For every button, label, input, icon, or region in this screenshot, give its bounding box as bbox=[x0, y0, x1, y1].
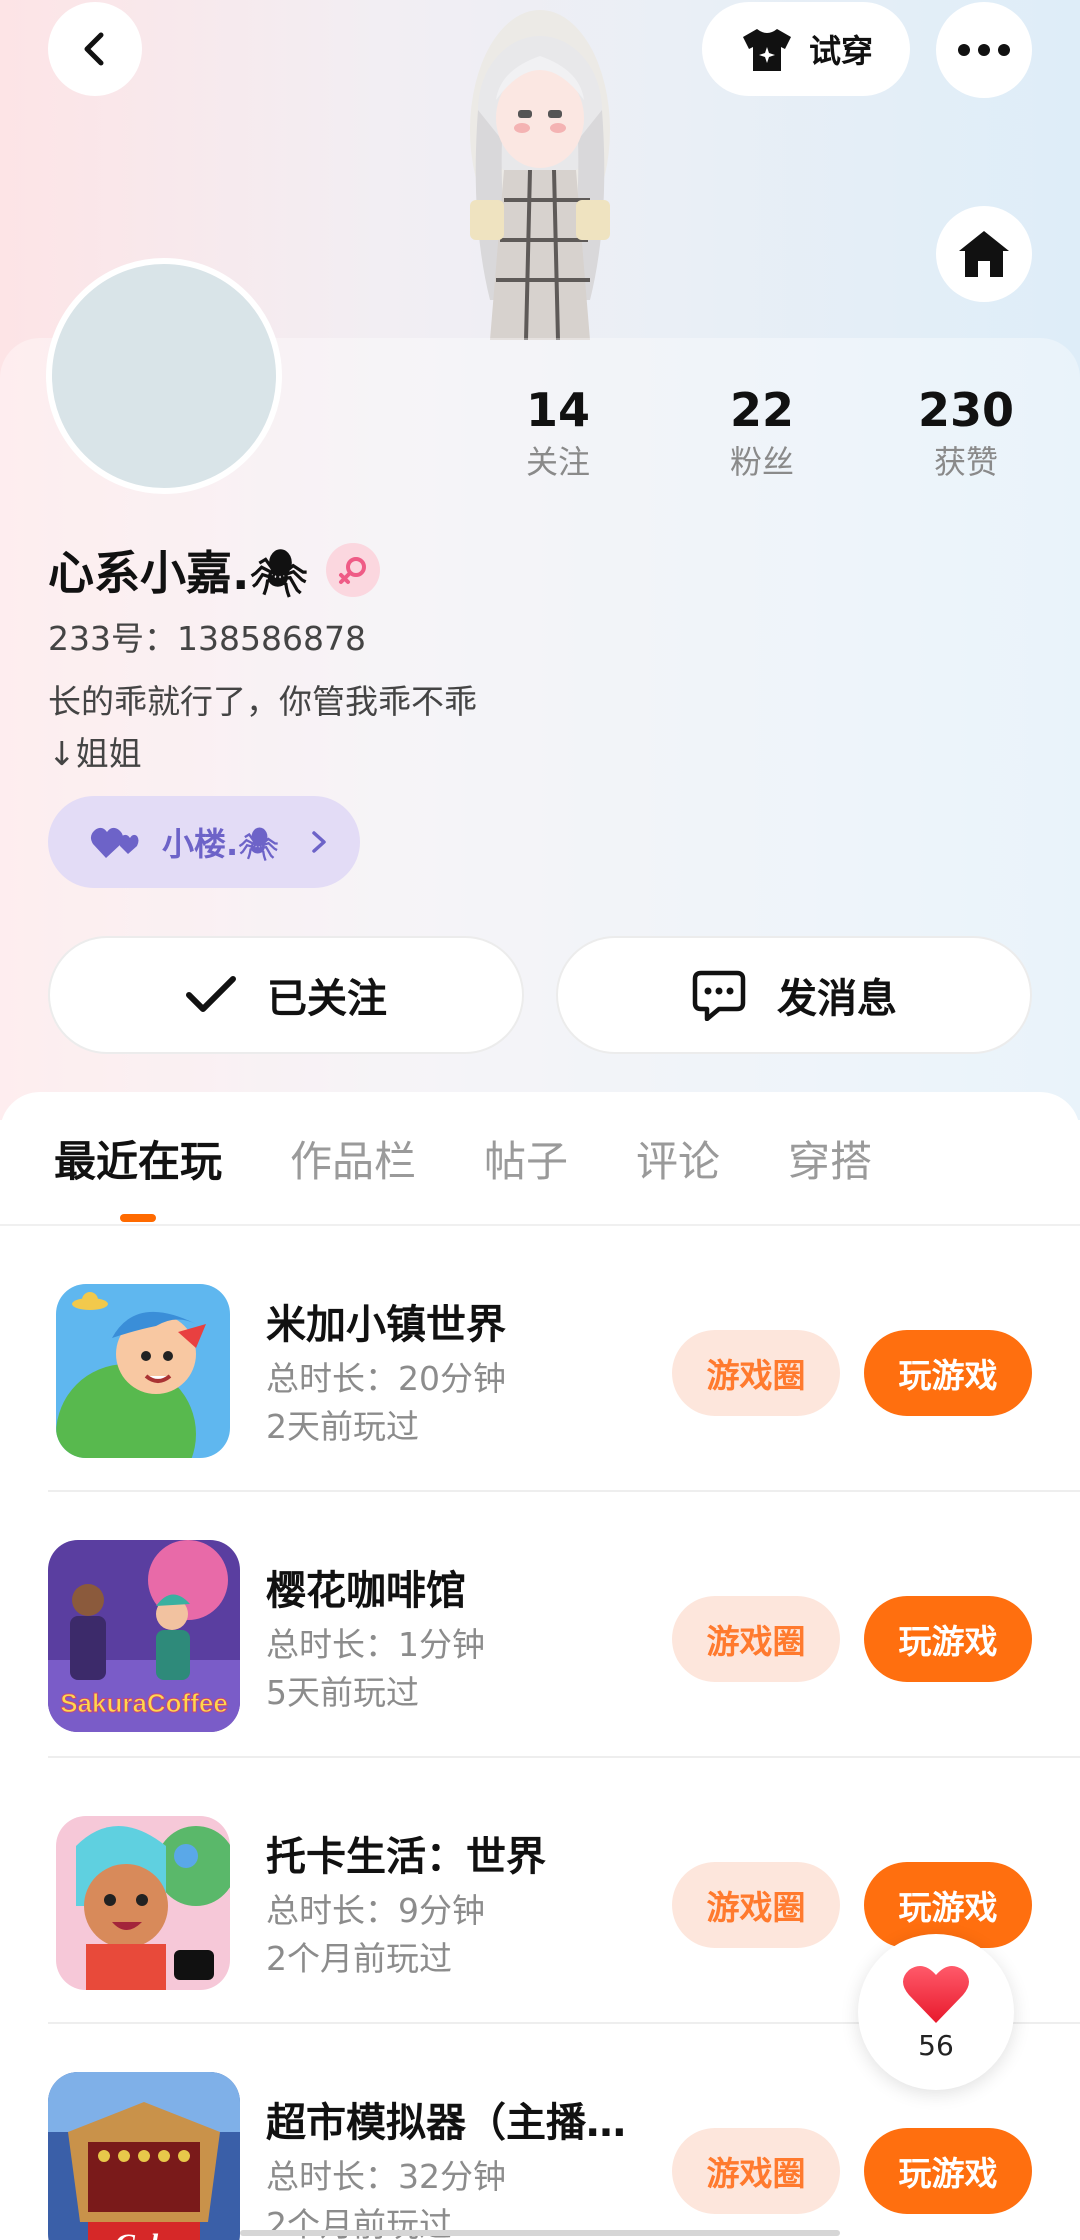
following-button-label: 已关注 bbox=[267, 976, 387, 1022]
home-button[interactable] bbox=[936, 206, 1032, 302]
more-dots-icon bbox=[958, 44, 1010, 56]
sakura-coffee-logo-text: SakuraCoffee bbox=[60, 1688, 228, 1718]
try-on-button[interactable]: 试穿 bbox=[702, 2, 910, 96]
gender-female-icon bbox=[325, 543, 380, 597]
tab-comments[interactable]: 评论 bbox=[636, 1128, 720, 1189]
stat-followers[interactable]: 22 粉丝 bbox=[682, 380, 842, 484]
user-id: 233号：138586878 bbox=[48, 619, 366, 658]
check-icon bbox=[186, 976, 236, 1012]
tab-works[interactable]: 作品栏 bbox=[290, 1128, 416, 1189]
game-circle-button[interactable]: 游戏圈 bbox=[672, 1596, 840, 1682]
heart-icon bbox=[903, 1965, 969, 2023]
avatar[interactable] bbox=[46, 258, 282, 494]
game-last-played: 2天前玩过 bbox=[266, 1407, 419, 1446]
game-duration: 总时长：20分钟 bbox=[266, 1359, 506, 1398]
like-count: 56 bbox=[918, 2028, 954, 2062]
game-last-played: 5天前玩过 bbox=[266, 1673, 419, 1712]
play-game-button[interactable]: 玩游戏 bbox=[864, 1596, 1032, 1682]
bio-line-2: ↓姐姐 bbox=[48, 734, 142, 773]
game-icon-toca-life-world[interactable] bbox=[56, 1816, 230, 1990]
user-bio: 长的乖就行了，你管我乖不乖 ↓姐姐 bbox=[48, 676, 477, 780]
chevron-left-icon bbox=[84, 32, 104, 66]
name-row: 心系小嘉.🕷 bbox=[48, 540, 380, 600]
following-count: 14 bbox=[525, 383, 590, 437]
like-button[interactable]: 56 bbox=[858, 1934, 1014, 2090]
game-last-played: 2个月前玩过 bbox=[266, 1939, 452, 1978]
game-circle-button[interactable]: 游戏圈 bbox=[672, 1330, 840, 1416]
game-circle-button[interactable]: 游戏圈 bbox=[672, 2128, 840, 2214]
back-button[interactable] bbox=[48, 2, 142, 96]
character-avatar-figure[interactable] bbox=[430, 0, 650, 340]
game-title: 超市模拟器（主播… bbox=[266, 2100, 626, 2146]
following-label: 关注 bbox=[525, 443, 590, 481]
game-icon-supermarket-simulator[interactable]: Cola bbox=[48, 2072, 240, 2240]
game-row-sakura-cafe[interactable]: SakuraCoffee 樱花咖啡馆 总时长：1分钟 5天前玩过 游戏圈 玩游戏 bbox=[0, 1492, 1080, 1758]
shirt-icon bbox=[742, 29, 791, 71]
chevron-right-icon bbox=[312, 831, 326, 853]
stat-likes[interactable]: 230 获赞 bbox=[886, 380, 1046, 484]
followers-label: 粉丝 bbox=[729, 443, 794, 481]
cp-relationship-tag[interactable]: 小楼.🕷 bbox=[48, 796, 360, 888]
game-duration: 总时长：9分钟 bbox=[266, 1891, 485, 1930]
home-indicator bbox=[240, 2230, 840, 2236]
cp-tag-label: 小楼.🕷 bbox=[162, 825, 279, 863]
stat-following[interactable]: 14 关注 bbox=[478, 380, 638, 484]
game-duration: 总时长：32分钟 bbox=[266, 2157, 506, 2196]
cola-logo-text: Cola bbox=[115, 2228, 173, 2240]
tab-outfits[interactable]: 穿搭 bbox=[788, 1128, 872, 1189]
game-icon-mega-town[interactable] bbox=[56, 1284, 230, 1458]
chat-bubble-icon bbox=[692, 970, 746, 1021]
more-button[interactable] bbox=[936, 2, 1032, 98]
followers-count: 22 bbox=[729, 383, 794, 437]
play-game-button[interactable]: 玩游戏 bbox=[864, 1330, 1032, 1416]
double-heart-icon bbox=[90, 827, 139, 858]
user-name: 心系小嘉.🕷 bbox=[48, 546, 308, 600]
game-title: 樱花咖啡馆 bbox=[266, 1568, 466, 1614]
profile-tabs: 最近在玩 作品栏 帖子 评论 穿搭 bbox=[0, 1120, 1080, 1224]
tab-recently-played[interactable]: 最近在玩 bbox=[54, 1128, 222, 1189]
following-button[interactable]: 已关注 bbox=[48, 936, 524, 1054]
tab-posts[interactable]: 帖子 bbox=[484, 1128, 568, 1189]
game-duration: 总时长：1分钟 bbox=[266, 1625, 485, 1664]
home-icon bbox=[959, 231, 1009, 277]
message-button[interactable]: 发消息 bbox=[556, 936, 1032, 1054]
game-icon-sakura-cafe[interactable]: SakuraCoffee bbox=[48, 1540, 240, 1732]
message-button-label: 发消息 bbox=[777, 976, 897, 1022]
likes-count: 230 bbox=[917, 383, 1015, 437]
bio-line-1: 长的乖就行了，你管我乖不乖 bbox=[48, 682, 477, 721]
game-title: 米加小镇世界 bbox=[266, 1302, 506, 1348]
try-on-label: 试穿 bbox=[808, 32, 873, 70]
active-tab-indicator bbox=[120, 1214, 156, 1222]
play-game-button[interactable]: 玩游戏 bbox=[864, 2128, 1032, 2214]
game-row-mega-town[interactable]: 米加小镇世界 总时长：20分钟 2天前玩过 游戏圈 玩游戏 bbox=[0, 1226, 1080, 1492]
likes-label: 获赞 bbox=[933, 443, 998, 481]
game-circle-button[interactable]: 游戏圈 bbox=[672, 1862, 840, 1948]
game-title: 托卡生活：世界 bbox=[266, 1834, 546, 1880]
